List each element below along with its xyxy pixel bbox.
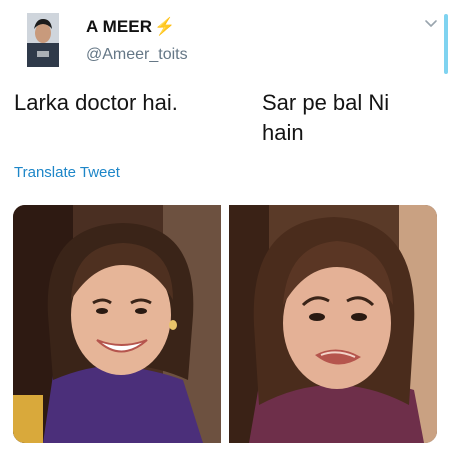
tweet-image-right[interactable] [229, 205, 437, 443]
tweet-image-left[interactable] [13, 205, 221, 443]
tweet-card: A MEER ⚡ @Ameer_toits Larka doctor hai. S… [0, 0, 450, 459]
lightning-bolt-icon: ⚡ [154, 17, 176, 36]
happy-face-image [13, 205, 221, 443]
translate-tweet-link[interactable]: Translate Tweet [14, 164, 120, 181]
crying-face-image [229, 205, 437, 443]
user-handle[interactable]: @Ameer_toits [86, 46, 188, 64]
scrollbar[interactable] [444, 14, 448, 74]
avatar-image [27, 13, 59, 67]
display-name[interactable]: A MEER ⚡ [86, 17, 175, 37]
tweet-text-left: Larka doctor hai. [14, 90, 178, 115]
avatar[interactable] [27, 13, 59, 67]
chevron-down-icon[interactable] [424, 17, 438, 31]
tweet-text-right: Sar pe bal Ni hain [262, 90, 390, 145]
display-name-text: A MEER [86, 17, 153, 36]
